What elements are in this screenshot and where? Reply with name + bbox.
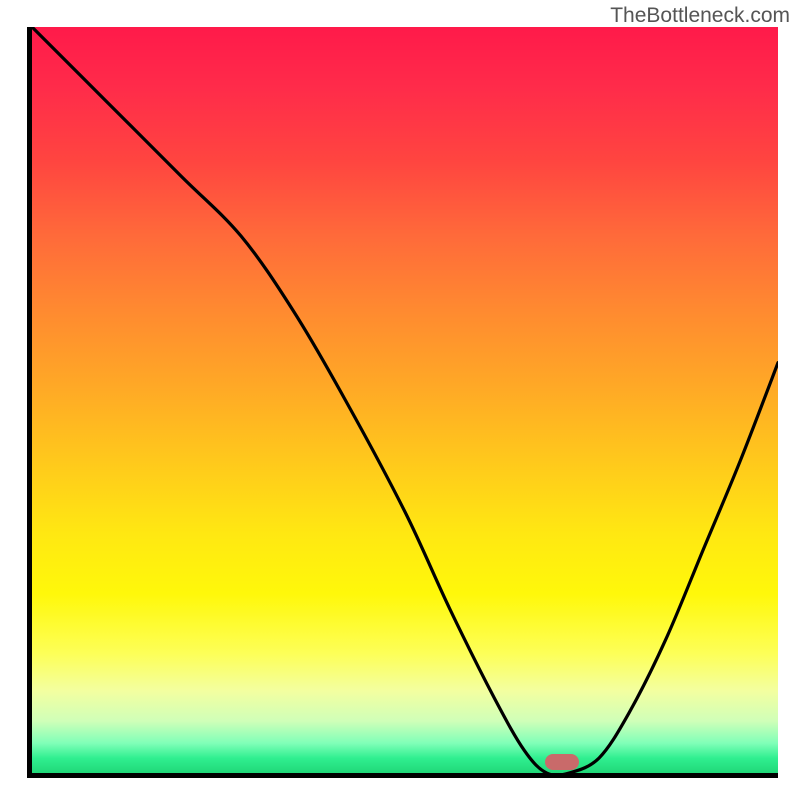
chart-curve	[32, 27, 778, 773]
chart-optimal-marker	[545, 754, 579, 770]
watermark-text: TheBottleneck.com	[610, 4, 790, 28]
chart-plot-area	[27, 27, 778, 778]
